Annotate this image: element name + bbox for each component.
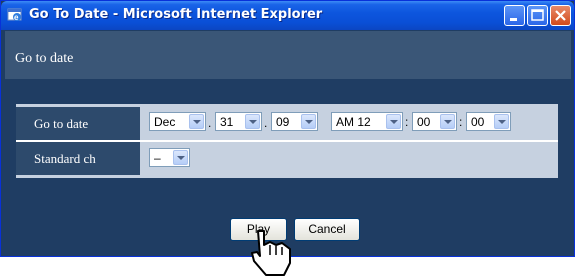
- window-title: Go To Date - Microsoft Internet Explorer: [29, 7, 323, 22]
- hand-pointer-icon: [251, 230, 291, 276]
- year-select[interactable]: 09: [271, 112, 318, 131]
- chevron-down-icon[interactable]: [189, 114, 204, 129]
- close-icon: [555, 10, 566, 21]
- standard-ch-label: Standard ch: [16, 142, 140, 175]
- minute-value: 00: [417, 115, 431, 129]
- close-button[interactable]: [550, 5, 571, 26]
- maximize-icon: [531, 9, 544, 21]
- ie-icon: e: [7, 8, 22, 22]
- chevron-down-icon[interactable]: [245, 114, 260, 129]
- day-value: 31: [220, 115, 234, 129]
- hour-select[interactable]: AM 12: [331, 112, 403, 131]
- hour-value: AM 12: [336, 115, 371, 129]
- minute-select[interactable]: 00: [412, 112, 457, 131]
- chevron-down-icon[interactable]: [494, 114, 509, 129]
- channel-select[interactable]: –: [149, 148, 190, 167]
- chevron-down-icon[interactable]: [440, 114, 455, 129]
- svg-text:e: e: [14, 13, 19, 22]
- second-value: 00: [471, 115, 485, 129]
- time-separator: :: [405, 115, 409, 129]
- month-select[interactable]: Dec: [149, 112, 206, 131]
- page-header: Go to date: [5, 31, 571, 79]
- minimize-button[interactable]: [504, 5, 525, 26]
- maximize-button[interactable]: [527, 5, 548, 26]
- day-select[interactable]: 31: [215, 112, 262, 131]
- go-to-date-label: Go to date: [16, 107, 140, 140]
- date-separator: .: [208, 116, 212, 130]
- chevron-down-icon[interactable]: [173, 150, 188, 165]
- year-value: 09: [276, 115, 290, 129]
- month-value: Dec: [154, 115, 176, 129]
- channel-value: –: [154, 151, 161, 165]
- title-bar[interactable]: e Go To Date - Microsoft Internet Explor…: [1, 1, 574, 30]
- date-separator: .: [264, 116, 268, 130]
- chevron-down-icon[interactable]: [386, 114, 401, 129]
- minimize-icon: [510, 18, 517, 21]
- chevron-down-icon[interactable]: [301, 114, 316, 129]
- page-title: Go to date: [15, 51, 74, 66]
- second-select[interactable]: 00: [466, 112, 511, 131]
- time-separator: :: [459, 115, 463, 129]
